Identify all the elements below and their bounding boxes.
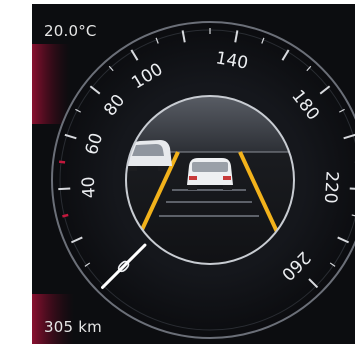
outside-temperature: 20.0°C xyxy=(44,22,97,40)
range-readout: 305 km xyxy=(44,318,102,336)
speed-label-40: 40 xyxy=(79,176,100,199)
speedometer-gauge: 0406080100140180220260 xyxy=(32,21,355,344)
speed-label-220: 220 xyxy=(320,171,342,205)
tick-mark xyxy=(349,187,355,190)
tick-mark xyxy=(58,160,66,164)
ambient-red-band-top xyxy=(32,44,70,124)
instrument-cluster-screen: 0406080100140180220260 xyxy=(32,4,355,344)
tick-mark xyxy=(58,187,71,191)
tick-mark xyxy=(62,213,69,218)
